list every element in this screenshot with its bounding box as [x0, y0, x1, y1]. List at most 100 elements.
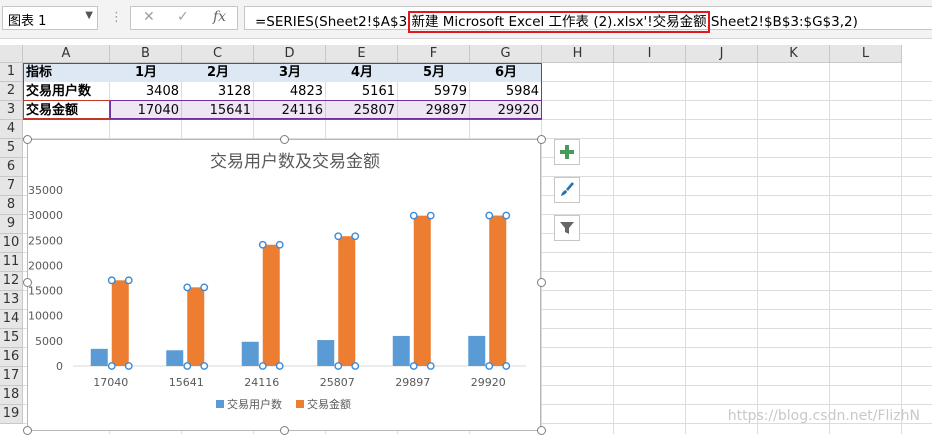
row-header-8[interactable]: 8: [0, 196, 23, 215]
bar-交易金额-3: [338, 236, 356, 366]
column-header-J[interactable]: J: [686, 45, 758, 63]
bar-selection-handle: [409, 211, 418, 220]
bar-交易用户数-5: [468, 335, 486, 366]
y-tick-label: 30000: [28, 209, 63, 222]
legend-swatch-0: [216, 400, 224, 408]
row-header-11[interactable]: 11: [0, 253, 23, 272]
legend-label-1: 交易金额: [307, 397, 351, 411]
column-header-G[interactable]: G: [470, 45, 542, 63]
chevron-down-icon[interactable]: ▼: [85, 10, 93, 21]
bar-交易用户数-4: [392, 335, 410, 366]
bar-selection-handle: [124, 276, 133, 285]
filter-icon: [560, 222, 574, 234]
y-tick-label: 5000: [35, 335, 63, 348]
bar-交易用户数-2: [241, 341, 259, 366]
chart-title: 交易用户数及交易金额: [210, 152, 380, 172]
row-header-5[interactable]: 5: [0, 139, 23, 158]
bar-selection-handle: [183, 362, 192, 370]
chart-styles-button[interactable]: [554, 177, 580, 203]
cancel-icon[interactable]: ✕: [143, 9, 155, 25]
plus-icon: [560, 145, 574, 159]
bar-selection-handle: [334, 362, 343, 370]
column-header-D[interactable]: D: [254, 45, 326, 63]
resize-handle-top-right[interactable]: [537, 135, 546, 144]
y-tick-label: 0: [56, 360, 63, 373]
row-header-2[interactable]: 2: [0, 82, 23, 101]
y-tick-label: 35000: [28, 184, 63, 197]
name-box[interactable]: 图表 1 ▼: [2, 6, 98, 30]
x-tick-label: 24116: [244, 376, 279, 389]
formula-suffix: ,Sheet2!$B$3:$G$3,2): [706, 14, 858, 30]
bar-交易金额-2: [262, 244, 280, 366]
bar-selection-handle: [200, 283, 209, 292]
row-header-1[interactable]: 1: [0, 63, 23, 82]
y-tick-label: 25000: [28, 234, 63, 247]
column-header-I[interactable]: I: [614, 45, 686, 63]
more-icon: ⋮: [110, 10, 123, 25]
row-header-14[interactable]: 14: [0, 310, 23, 329]
formula-text: =SERIES(Sheet2!$A$3,新建 Microsoft Excel 工…: [255, 10, 858, 33]
row-header-19[interactable]: 19: [0, 405, 23, 424]
category-selection-line: [23, 119, 542, 120]
bar-selection-handle: [502, 211, 511, 220]
bar-交易金额-1: [187, 287, 205, 366]
chart-filters-button[interactable]: [554, 215, 580, 241]
row-header-12[interactable]: 12: [0, 272, 23, 291]
row-header-3[interactable]: 3: [0, 101, 23, 120]
row-header-7[interactable]: 7: [0, 177, 23, 196]
row-header-6[interactable]: 6: [0, 158, 23, 177]
bar-交易用户数-3: [317, 340, 335, 366]
bar-selection-handle: [275, 362, 284, 370]
column-header-H[interactable]: H: [542, 45, 614, 63]
x-tick-label: 29897: [395, 376, 430, 389]
x-tick-label: 17040: [93, 376, 128, 389]
column-header-E[interactable]: E: [326, 45, 398, 63]
legend-label-0: 交易用户数: [227, 397, 282, 411]
row-header-9[interactable]: 9: [0, 215, 23, 234]
column-header-C[interactable]: C: [182, 45, 254, 63]
select-all-corner[interactable]: [0, 45, 23, 63]
insert-function-icon[interactable]: fx: [213, 9, 226, 25]
bar-selection-handle: [485, 211, 494, 220]
y-tick-label: 10000: [28, 310, 63, 323]
formula-input[interactable]: =SERIES(Sheet2!$A$3,新建 Microsoft Excel 工…: [244, 6, 932, 33]
bar-交易金额-5: [489, 215, 507, 366]
brush-icon: [561, 182, 574, 196]
series-name-selection: [23, 100, 110, 119]
row-header-18[interactable]: 18: [0, 386, 23, 405]
column-header-K[interactable]: K: [758, 45, 830, 63]
bar-交易用户数-0: [90, 348, 108, 366]
spreadsheet-grid: ABCDEFGHIJKL 1 2 3 4 5 6 7 8 9 10 11 12 13 14 15 16 17 18…: [0, 45, 932, 435]
resize-handle-top-left[interactable]: [23, 135, 32, 144]
formula-highlighted-series-name: 新建 Microsoft Excel 工作表 (2).xlsx'!交易金额: [408, 11, 710, 33]
enter-check-icon[interactable]: ✓: [177, 9, 189, 25]
bar-selection-handle: [200, 362, 209, 370]
row-header-16[interactable]: 16: [0, 348, 23, 367]
row-header-13[interactable]: 13: [0, 291, 23, 310]
column-chart: 交易用户数及交易金额 0 5000 10000 15000 20000 25000 30000…: [28, 152, 526, 411]
bar-selection-handle: [107, 362, 116, 370]
y-tick-label: 20000: [28, 259, 63, 272]
bar-selection-handle: [124, 362, 133, 370]
bar-selection-handle: [426, 362, 435, 370]
bar-selection-handle: [426, 211, 435, 220]
resize-handle-top[interactable]: [280, 135, 289, 144]
chart-elements-button[interactable]: [554, 139, 580, 165]
bar-selection-handle: [351, 362, 360, 370]
column-header-L[interactable]: L: [830, 45, 902, 63]
row-header-15[interactable]: 15: [0, 329, 23, 348]
column-header-F[interactable]: F: [398, 45, 470, 63]
column-header-B[interactable]: B: [110, 45, 182, 63]
resize-handle-right[interactable]: [537, 278, 546, 287]
chart-area[interactable]: 交易用户数及交易金额 0 5000 10000 15000 20000 25000 30000…: [27, 139, 541, 431]
resize-handle-left[interactable]: [23, 278, 32, 287]
bar-selection-handle: [502, 362, 511, 370]
bar-selection-handle: [275, 240, 284, 249]
column-header-A[interactable]: A: [23, 45, 110, 63]
row-header-17[interactable]: 17: [0, 367, 23, 386]
bar-selection-handle: [258, 362, 267, 370]
row-header-10[interactable]: 10: [0, 234, 23, 253]
row-header-4[interactable]: 4: [0, 120, 23, 139]
series-values-selection: [110, 100, 542, 119]
bar-selection-handle: [258, 240, 267, 249]
